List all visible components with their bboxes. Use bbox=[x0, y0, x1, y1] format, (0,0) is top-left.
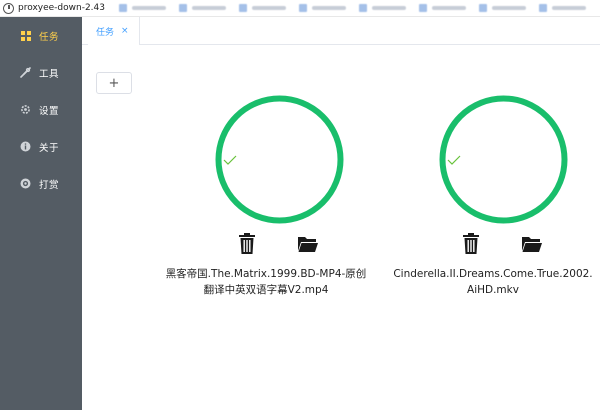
open-folder-icon[interactable] bbox=[522, 235, 542, 253]
close-icon[interactable]: × bbox=[121, 26, 129, 36]
check-icon bbox=[388, 94, 519, 225]
task-file-name: Cinderella.II.Dreams.Come.True.2002. AiH… bbox=[393, 268, 593, 296]
tab-favicon-icon bbox=[119, 4, 127, 12]
task-card: Cinderella.II.Dreams.Come.True.2002. AiH… bbox=[388, 94, 593, 354]
info-icon bbox=[20, 141, 31, 152]
sidebar-item-label: 关于 bbox=[39, 142, 60, 154]
open-folder-icon[interactable] bbox=[298, 235, 318, 253]
sidebar-item-label: 任务 bbox=[39, 31, 60, 43]
sidebar-menu: 任务 工具 设置 关于 打赏 bbox=[0, 17, 82, 410]
tab-favicon-icon bbox=[239, 4, 247, 12]
check-icon bbox=[164, 94, 295, 225]
background-tab bbox=[359, 4, 417, 12]
task-actions bbox=[388, 233, 588, 255]
background-tab bbox=[179, 4, 237, 12]
window-titlebar: proxyee-down-2.43 bbox=[0, 0, 600, 17]
tools-icon bbox=[20, 67, 31, 78]
tab-favicon-icon bbox=[419, 4, 427, 12]
grid-icon bbox=[20, 30, 31, 41]
task-list-panel: + 黑客帝国.The.Matrix.1999.BD-MP4-原创 翻译中英双语字… bbox=[82, 46, 600, 410]
background-tab bbox=[539, 4, 597, 12]
tab-favicon-icon bbox=[359, 4, 367, 12]
trash-icon[interactable] bbox=[237, 233, 257, 255]
task-file-name: 黑客帝国.The.Matrix.1999.BD-MP4-原创 翻译中英双语字幕V… bbox=[165, 268, 367, 296]
sidebar-item-tasks[interactable]: 任务 bbox=[0, 17, 82, 54]
sidebar-item-label: 打赏 bbox=[39, 179, 60, 191]
sidebar-item-label: 设置 bbox=[39, 105, 60, 117]
tab-favicon-icon bbox=[479, 4, 487, 12]
sidebar-item-about[interactable]: 关于 bbox=[0, 128, 82, 165]
tab-favicon-icon bbox=[179, 4, 187, 12]
trash-icon[interactable] bbox=[461, 233, 481, 255]
tab-favicon-icon bbox=[539, 4, 547, 12]
donate-icon bbox=[20, 178, 31, 189]
background-tab bbox=[299, 4, 357, 12]
sidebar-item-donate[interactable]: 打赏 bbox=[0, 165, 82, 202]
add-task-button[interactable]: + bbox=[96, 72, 132, 94]
sidebar-item-settings[interactable]: 设置 bbox=[0, 91, 82, 128]
task-actions bbox=[164, 233, 364, 255]
tab-favicon-icon bbox=[299, 4, 307, 12]
window-title: proxyee-down-2.43 bbox=[18, 3, 105, 13]
background-tab bbox=[119, 4, 177, 12]
background-tab bbox=[419, 4, 477, 12]
tab-label: 任务 bbox=[96, 27, 115, 38]
app-icon bbox=[3, 2, 14, 14]
background-tab bbox=[479, 4, 537, 12]
task-card: 黑客帝国.The.Matrix.1999.BD-MP4-原创 翻译中英双语字幕V… bbox=[164, 94, 366, 354]
gear-icon bbox=[20, 104, 31, 115]
background-tab bbox=[239, 4, 297, 12]
sidebar-item-tools[interactable]: 工具 bbox=[0, 54, 82, 91]
background-taskbar-tabs bbox=[119, 4, 599, 12]
tab-tasks[interactable]: 任务 × bbox=[88, 17, 140, 45]
sidebar-item-label: 工具 bbox=[39, 68, 60, 80]
tab-bar: 任务 × bbox=[82, 17, 600, 45]
